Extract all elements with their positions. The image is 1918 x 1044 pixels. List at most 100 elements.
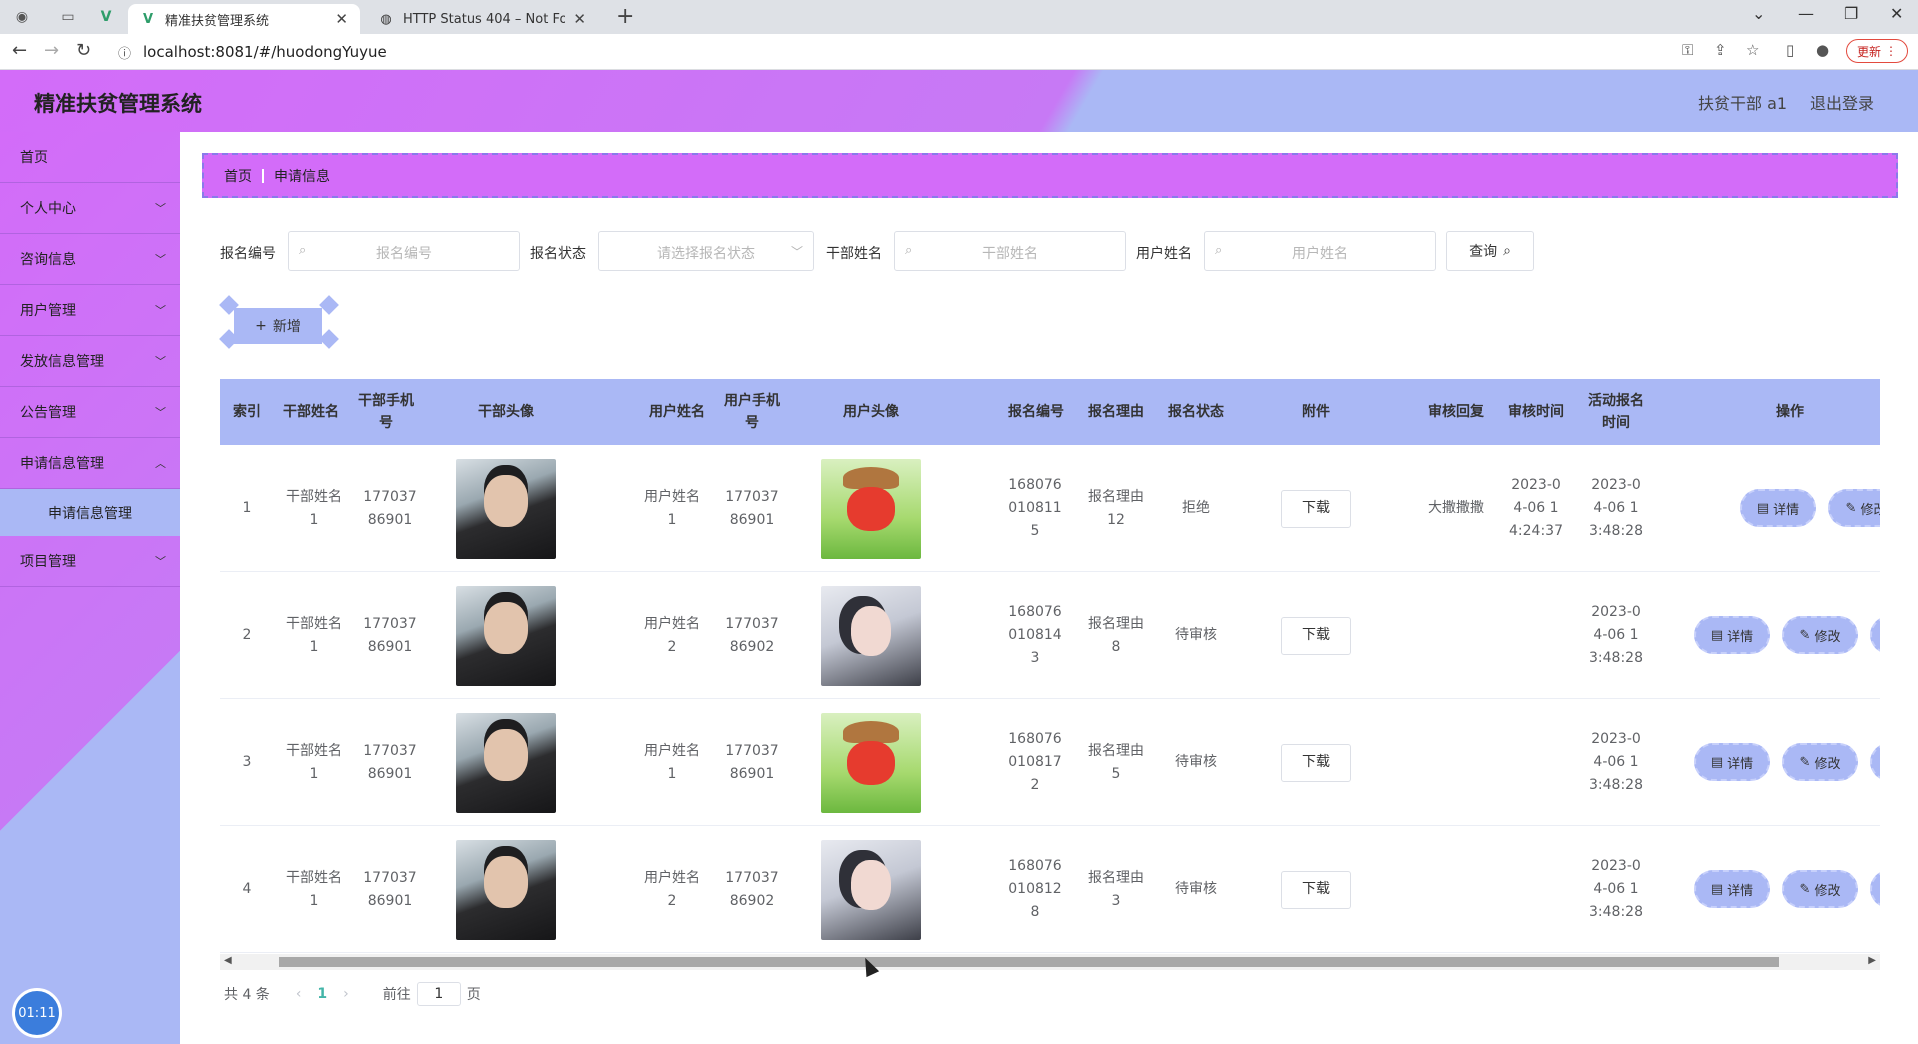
chevron-down-icon: ﹀: [155, 355, 166, 368]
sidebar-item-label: 项目管理: [20, 554, 76, 570]
add-button[interactable]: + 新增: [234, 308, 322, 344]
edit-button[interactable]: ✎ 修改: [1782, 870, 1858, 908]
new-tab-icon[interactable]: +: [616, 4, 634, 29]
cell-ganbu-name: 干部姓名1: [286, 488, 342, 528]
edit-button[interactable]: ✎ 修改: [1828, 489, 1880, 527]
browser-tab-bar: ◉ ▭ V V 精准扶贫管理系统 ✕ ◍ HTTP Status 404 – N…: [0, 0, 1918, 34]
query-button[interactable]: 查询 ⌕: [1446, 231, 1534, 271]
tab-404[interactable]: ◍ HTTP Status 404 – Not Found ✕: [366, 4, 598, 34]
cell-attachment: 下载: [1236, 826, 1396, 953]
chevron-down-icon: ﹀: [155, 202, 166, 215]
goto-page-input[interactable]: 1: [416, 982, 461, 1006]
pagination: 共 4 条 ‹ 1 › 前往 1 页: [224, 982, 481, 1006]
timer-badge[interactable]: 01:11: [12, 988, 62, 1038]
edit-label: 修改: [1860, 502, 1880, 518]
sidepanel-icon[interactable]: ▯: [1786, 41, 1794, 59]
edit-button[interactable]: ✎ 修改: [1782, 743, 1858, 781]
close-icon[interactable]: ✕: [335, 10, 348, 28]
detail-button[interactable]: ▤ 详情: [1694, 870, 1770, 908]
sidebar-item-distribution[interactable]: 发放信息管理 ﹀: [0, 336, 180, 387]
url-field[interactable]: ⓘ localhost:8081/#/huodongYuyue: [106, 39, 1896, 65]
user-avatar-image[interactable]: [821, 458, 921, 559]
cell-liyou: 报名理由3: [1088, 869, 1144, 909]
restore-icon[interactable]: ❐: [1844, 4, 1858, 23]
sidebar-item-notices[interactable]: 公告管理 ﹀: [0, 387, 180, 438]
share-icon[interactable]: ⇪: [1714, 41, 1727, 59]
reload-icon[interactable]: ↻: [76, 40, 91, 61]
chevron-down-icon: ﹀: [155, 555, 166, 568]
filter-label-user: 用户姓名: [1136, 246, 1192, 262]
info-icon[interactable]: ⓘ: [118, 43, 131, 62]
scroll-left-icon[interactable]: ◀: [224, 955, 232, 966]
delete-button[interactable]: [1870, 616, 1880, 654]
breadcrumb-home[interactable]: 首页: [224, 166, 252, 186]
tab-search-icon[interactable]: ⌄: [1752, 4, 1765, 23]
ganbu-avatar-image[interactable]: [456, 458, 556, 559]
page-number[interactable]: 1: [317, 986, 327, 1002]
sidebar-item-home[interactable]: 首页: [0, 132, 180, 183]
cell-user-avatar: [782, 445, 960, 572]
star-icon[interactable]: ☆: [1746, 41, 1759, 59]
delete-button[interactable]: [1870, 870, 1880, 908]
sidebar-item-users[interactable]: 用户管理 ﹀: [0, 285, 180, 336]
window-close-icon[interactable]: ✕: [1890, 4, 1903, 23]
logout-link[interactable]: 退出登录: [1810, 90, 1874, 114]
download-button[interactable]: 下载: [1281, 616, 1351, 655]
forward-icon[interactable]: →: [44, 40, 59, 61]
globe-icon: ◍: [380, 11, 392, 27]
detail-button[interactable]: ▤ 详情: [1694, 616, 1770, 654]
edit-button[interactable]: ✎ 修改: [1782, 616, 1858, 654]
download-button[interactable]: 下载: [1281, 870, 1351, 909]
download-button[interactable]: 下载: [1281, 489, 1351, 528]
profile-icon[interactable]: ●: [1816, 41, 1829, 59]
pinned-tab-vue-icon[interactable]: V: [92, 6, 120, 28]
scrollbar-thumb[interactable]: [279, 957, 1779, 967]
scroll-right-icon[interactable]: ▶: [1868, 955, 1876, 966]
edit-label: 修改: [1814, 883, 1841, 899]
detail-button[interactable]: ▤ 详情: [1694, 743, 1770, 781]
sidebar-item-projects[interactable]: 项目管理 ﹀: [0, 536, 180, 587]
ganbu-search-input[interactable]: ⌕ 干部姓名: [894, 231, 1126, 271]
cell-ganbu-avatar: [416, 572, 596, 699]
col-header: 审核回复: [1428, 404, 1484, 420]
delete-button[interactable]: [1870, 743, 1880, 781]
ganbu-avatar-image[interactable]: [456, 712, 556, 813]
table-horizontal-scrollbar[interactable]: ◀ ▶: [220, 954, 1880, 970]
sidebar-item-applications[interactable]: 申请信息管理 ︿: [0, 438, 180, 489]
key-icon[interactable]: ⚿: [1682, 41, 1693, 59]
bianhao-search-input[interactable]: ⌕ 报名编号: [288, 231, 520, 271]
tab-active[interactable]: V 精准扶贫管理系统 ✕: [128, 4, 360, 34]
back-icon[interactable]: ←: [12, 40, 27, 61]
user-search-input[interactable]: ⌕ 用户姓名: [1204, 231, 1436, 271]
ganbu-avatar-image[interactable]: [456, 585, 556, 686]
user-avatar-image[interactable]: [821, 712, 921, 813]
submenu-item-applications[interactable]: 申请信息管理: [0, 489, 180, 536]
add-label: 新增: [272, 319, 301, 335]
filter-label-status: 报名状态: [530, 246, 586, 262]
user-avatar-image[interactable]: [821, 839, 921, 940]
table-row: 2 干部姓名1 17703786901 用户姓名2 17703786902 16…: [220, 572, 1880, 699]
user-avatar-image[interactable]: [821, 585, 921, 686]
sidebar-item-label: 个人中心: [20, 201, 76, 217]
cell-user-phone: 17703786902: [725, 869, 779, 909]
download-button[interactable]: 下载: [1281, 743, 1351, 782]
status-select[interactable]: 请选择报名状态 ﹀: [598, 231, 814, 271]
sidebar-item-personal-center[interactable]: 个人中心 ﹀: [0, 183, 180, 234]
cell-signup-time: 2023-04-06 13:48:28: [1589, 731, 1643, 793]
update-button[interactable]: 更新 ⋮: [1846, 39, 1909, 63]
cell-bianhao: 1680760108172: [1008, 731, 1062, 793]
app-header: 精准扶贫管理系统 扶贫干部 a1 退出登录: [0, 70, 1918, 132]
pinned-tab-github-icon[interactable]: ◉: [8, 6, 36, 28]
next-page-icon[interactable]: ›: [343, 986, 349, 1002]
sidebar-item-consult[interactable]: 咨询信息 ﹀: [0, 234, 180, 285]
minimize-icon[interactable]: —: [1798, 4, 1814, 23]
ganbu-avatar-image[interactable]: [456, 839, 556, 940]
filter-label-ganbu: 干部姓名: [826, 246, 882, 262]
close-icon[interactable]: ✕: [573, 10, 586, 28]
goto-suffix: 页: [466, 987, 481, 1003]
detail-button[interactable]: ▤ 详情: [1740, 489, 1816, 527]
prev-page-icon[interactable]: ‹: [296, 986, 302, 1002]
pinned-tab-blank-icon[interactable]: ▭: [54, 6, 82, 28]
col-header: 活动报名时间: [1588, 393, 1644, 431]
chevron-down-icon: ﹀: [155, 253, 166, 266]
